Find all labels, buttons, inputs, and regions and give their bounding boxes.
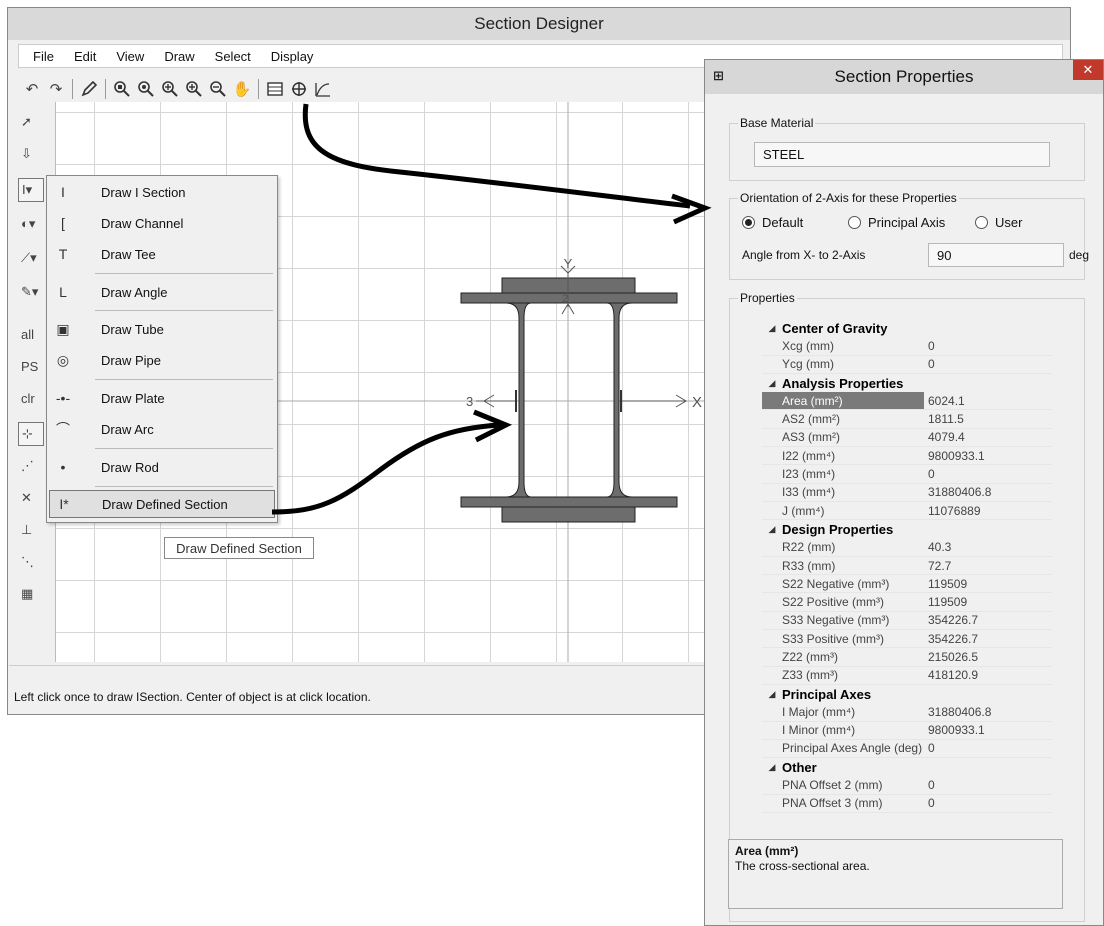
arrow-head-properties <box>671 193 712 225</box>
annotation-arrows <box>271 103 712 515</box>
arrow-to-properties <box>302 103 691 209</box>
arrow-to-section <box>271 422 501 515</box>
